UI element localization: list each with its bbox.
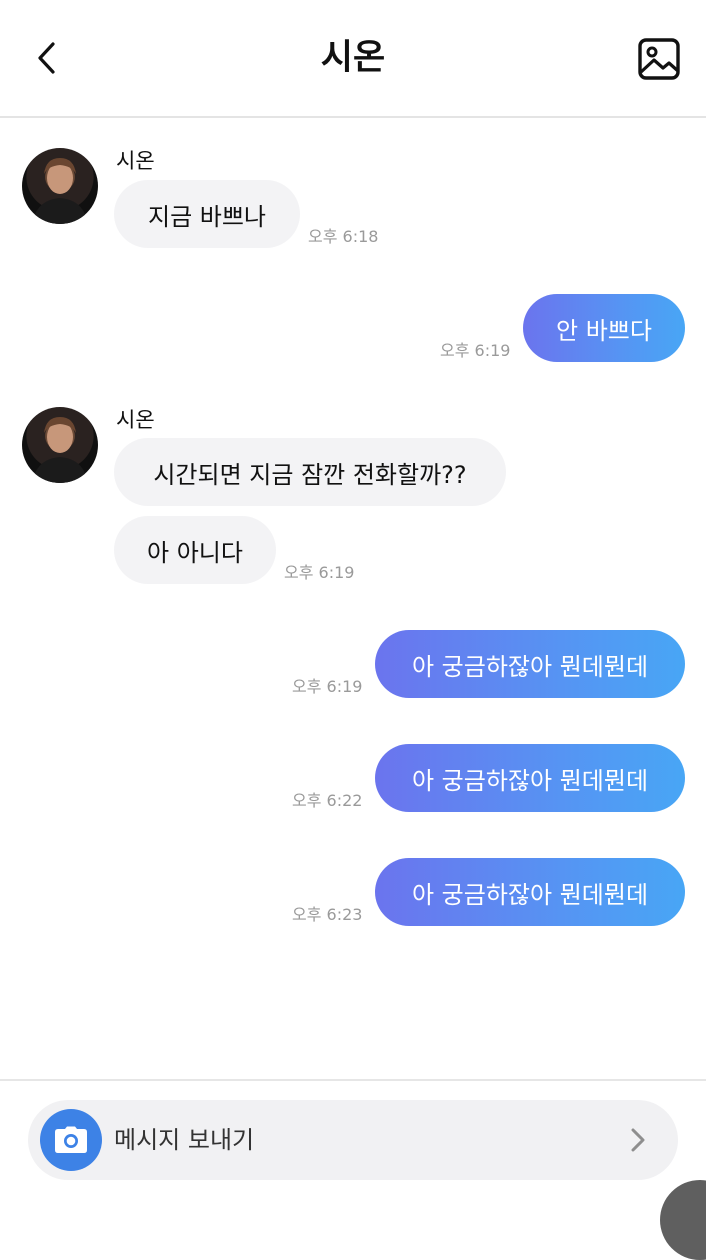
sender-name: 시온 [116,149,155,173]
camera-icon [55,1126,87,1153]
message-input[interactable] [114,1116,594,1164]
message-time: 오후 6:22 [292,791,363,810]
message-text: 시간되면 지금 잠깐 전화할까?? [153,460,467,489]
message-text: 아 궁금하잖아 뭔데뭔데 [411,880,649,909]
avatar[interactable] [22,148,98,224]
message-time: 오후 6:19 [292,677,363,696]
message-time: 오후 6:19 [440,341,511,360]
page-title: 시온 [320,38,386,78]
message-time: 오후 6:19 [284,563,355,582]
message-text: 안 바쁘다 [556,316,652,345]
chat-header: 시온 [0,0,706,118]
message-bubble[interactable]: 아 궁금하잖아 뭔데뭔데 [375,744,685,812]
message-text: 아 궁금하잖아 뭔데뭔데 [411,652,649,681]
message-bubble[interactable]: 안 바쁘다 [523,294,685,362]
camera-button[interactable] [40,1109,102,1171]
message-text: 아 궁금하잖아 뭔데뭔데 [411,766,649,795]
profile-photo [32,158,88,224]
profile-photo [32,417,88,483]
avatar[interactable] [22,407,98,483]
message-bubble[interactable]: 아 궁금하잖아 뭔데뭔데 [375,630,685,698]
message-composer [28,1100,678,1180]
send-button[interactable] [618,1120,658,1160]
message-bubble[interactable]: 시간되면 지금 잠깐 전화할까?? [114,438,506,506]
chevron-right-icon [631,1128,645,1152]
image-icon [638,38,680,80]
gallery-button[interactable] [636,36,682,82]
composer-divider [0,1079,706,1081]
message-bubble[interactable]: 지금 바쁘나 [114,180,300,248]
message-time: 오후 6:23 [292,905,363,924]
corner-overlay [660,1180,706,1260]
sender-name: 시온 [116,408,155,432]
message-bubble[interactable]: 아 아니다 [114,516,276,584]
message-time: 오후 6:18 [308,227,379,246]
message-bubble[interactable]: 아 궁금하잖아 뭔데뭔데 [375,858,685,926]
message-text: 아 아니다 [147,538,243,567]
message-text: 지금 바쁘나 [147,202,267,231]
